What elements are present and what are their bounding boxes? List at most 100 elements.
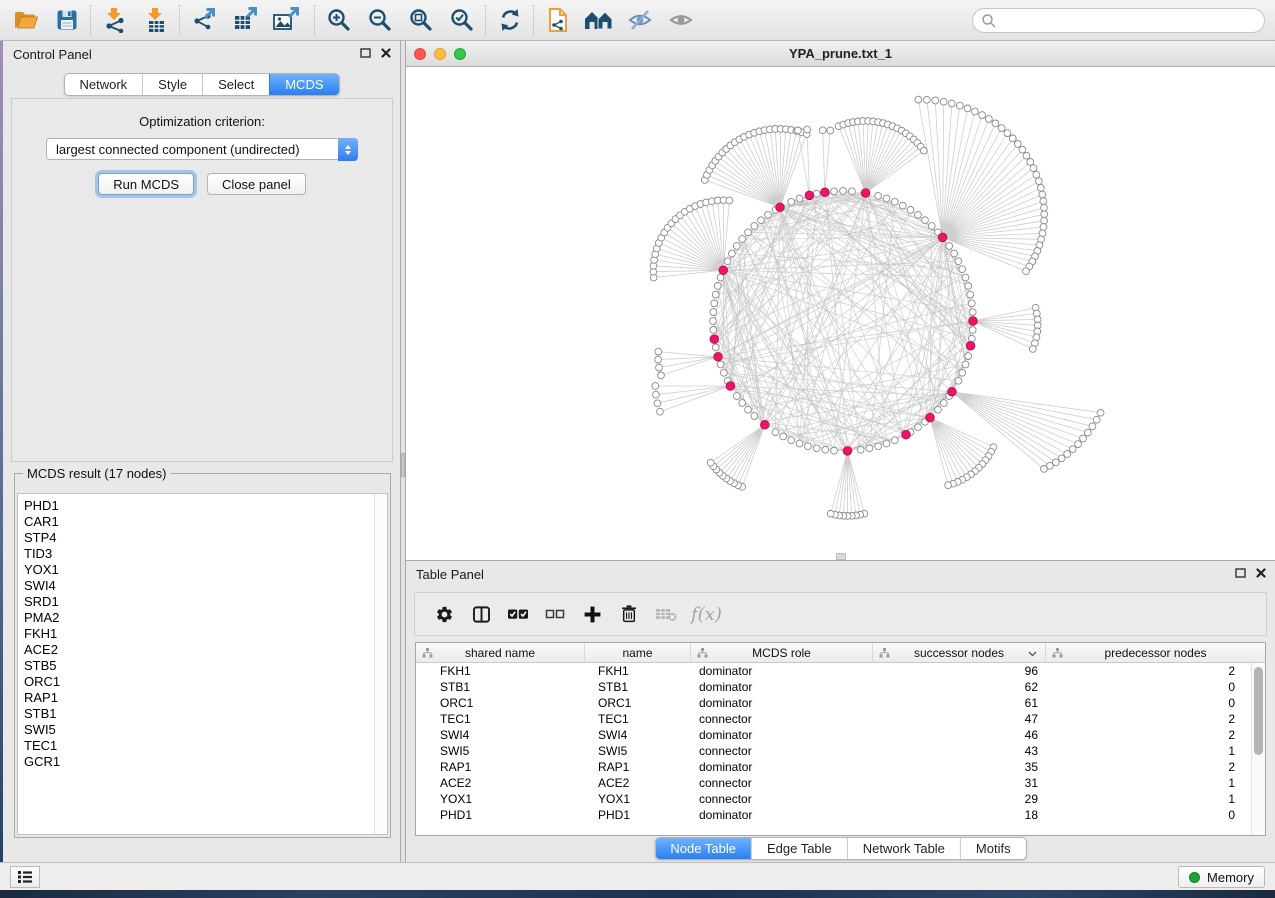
network-node[interactable] (745, 406, 752, 413)
network-node[interactable] (968, 300, 975, 307)
network-node[interactable] (655, 356, 662, 363)
table-row[interactable]: ACE2ACE2connector311 (416, 775, 1251, 791)
network-node[interactable] (928, 223, 935, 230)
network-node[interactable] (891, 437, 898, 444)
result-node-item[interactable]: STB1 (18, 706, 373, 722)
open-session-button[interactable] (5, 3, 46, 37)
column-header-name[interactable]: name (585, 643, 691, 662)
network-node[interactable] (819, 127, 826, 134)
network-hub-node[interactable] (761, 421, 770, 430)
network-node[interactable] (772, 429, 779, 436)
network-node[interactable] (655, 348, 662, 355)
network-node[interactable] (1040, 198, 1047, 205)
network-node[interactable] (1080, 435, 1087, 442)
network-node[interactable] (965, 353, 972, 360)
network-node[interactable] (714, 283, 721, 290)
network-node[interactable] (883, 440, 890, 447)
result-node-item[interactable]: SRD1 (18, 594, 373, 610)
network-node[interactable] (788, 437, 795, 444)
column-header-successor-nodes[interactable]: successor nodes (873, 643, 1046, 662)
network-node[interactable] (712, 291, 719, 298)
network-node[interactable] (739, 400, 746, 407)
tab-edge-table[interactable]: Edge Table (751, 838, 847, 859)
network-node[interactable] (967, 291, 974, 298)
column-header-predecessor-nodes[interactable]: predecessor nodes (1046, 643, 1265, 662)
network-node[interactable] (653, 391, 660, 398)
network-node[interactable] (765, 211, 772, 218)
network-graph[interactable] (406, 67, 1275, 560)
network-node[interactable] (1009, 135, 1016, 142)
network-node[interactable] (813, 445, 820, 452)
network-node[interactable] (968, 335, 975, 342)
save-session-button[interactable] (46, 3, 87, 37)
network-node[interactable] (796, 440, 803, 447)
network-node[interactable] (959, 266, 966, 273)
network-node[interactable] (935, 406, 942, 413)
network-node[interactable] (1041, 217, 1048, 224)
float-panel-icon[interactable] (1235, 568, 1246, 578)
network-node[interactable] (831, 188, 838, 195)
network-node[interactable] (745, 229, 752, 236)
network-node[interactable] (866, 445, 873, 452)
network-hub-node[interactable] (969, 317, 978, 326)
network-hub-node[interactable] (902, 430, 911, 439)
close-panel-button[interactable]: Close panel (207, 173, 306, 195)
network-node[interactable] (729, 250, 736, 257)
result-node-item[interactable]: PHD1 (18, 498, 373, 514)
splitter-grip[interactable] (401, 453, 405, 477)
deselect-all-rows-button[interactable] (543, 600, 567, 628)
network-node[interactable] (959, 369, 966, 376)
network-node[interactable] (940, 400, 947, 407)
memory-button[interactable]: Memory (1178, 866, 1265, 888)
first-neighbors-button[interactable] (578, 3, 619, 37)
network-node[interactable] (827, 127, 834, 134)
network-hub-node[interactable] (926, 413, 935, 422)
network-hub-node[interactable] (948, 388, 957, 397)
vertical-splitter[interactable] (401, 41, 406, 862)
network-node[interactable] (751, 223, 758, 230)
network-node[interactable] (717, 361, 724, 368)
network-node[interactable] (733, 243, 740, 250)
network-node[interactable] (955, 377, 962, 384)
tab-mcds[interactable]: MCDS (269, 74, 338, 95)
network-node[interactable] (724, 258, 731, 265)
table-scrollbar[interactable] (1251, 663, 1265, 835)
network-node[interactable] (1041, 211, 1048, 218)
network-node[interactable] (1039, 191, 1046, 198)
network-node[interactable] (780, 433, 787, 440)
table-settings-button[interactable] (432, 600, 456, 628)
network-node[interactable] (1041, 204, 1048, 211)
network-node[interactable] (962, 361, 969, 368)
network-node[interactable] (964, 105, 971, 112)
table-row[interactable]: YOX1YOX1connector291 (416, 791, 1251, 807)
network-node[interactable] (922, 217, 929, 224)
zoom-in-button[interactable] (318, 3, 359, 37)
show-columns-button[interactable] (469, 600, 493, 628)
network-canvas[interactable] (406, 67, 1275, 560)
network-node[interactable] (710, 327, 717, 334)
table-row[interactable]: SWI4SWI4dominator462 (416, 727, 1251, 743)
network-node[interactable] (891, 198, 898, 205)
network-node[interactable] (932, 97, 939, 104)
network-node[interactable] (656, 364, 663, 371)
network-node[interactable] (813, 190, 820, 197)
network-hub-node[interactable] (776, 203, 785, 212)
network-node[interactable] (940, 98, 947, 105)
optimization-criterion-select[interactable]: largest connected component (undirected) (46, 138, 358, 160)
network-node[interactable] (969, 327, 976, 334)
result-node-item[interactable]: SWI4 (18, 578, 373, 594)
network-node[interactable] (998, 125, 1005, 132)
network-hub-node[interactable] (938, 233, 947, 242)
network-node[interactable] (795, 127, 802, 134)
network-node[interactable] (840, 188, 847, 195)
result-node-item[interactable]: FKH1 (18, 626, 373, 642)
export-table-button[interactable] (224, 3, 265, 37)
network-node[interactable] (962, 274, 969, 281)
network-node[interactable] (1089, 423, 1096, 430)
network-node[interactable] (831, 447, 838, 454)
network-node[interactable] (945, 482, 952, 489)
network-node[interactable] (1030, 165, 1037, 172)
network-node[interactable] (711, 300, 718, 307)
horizontal-splitter-grip[interactable] (836, 553, 846, 560)
column-header-shared-name[interactable]: shared name (416, 643, 585, 662)
